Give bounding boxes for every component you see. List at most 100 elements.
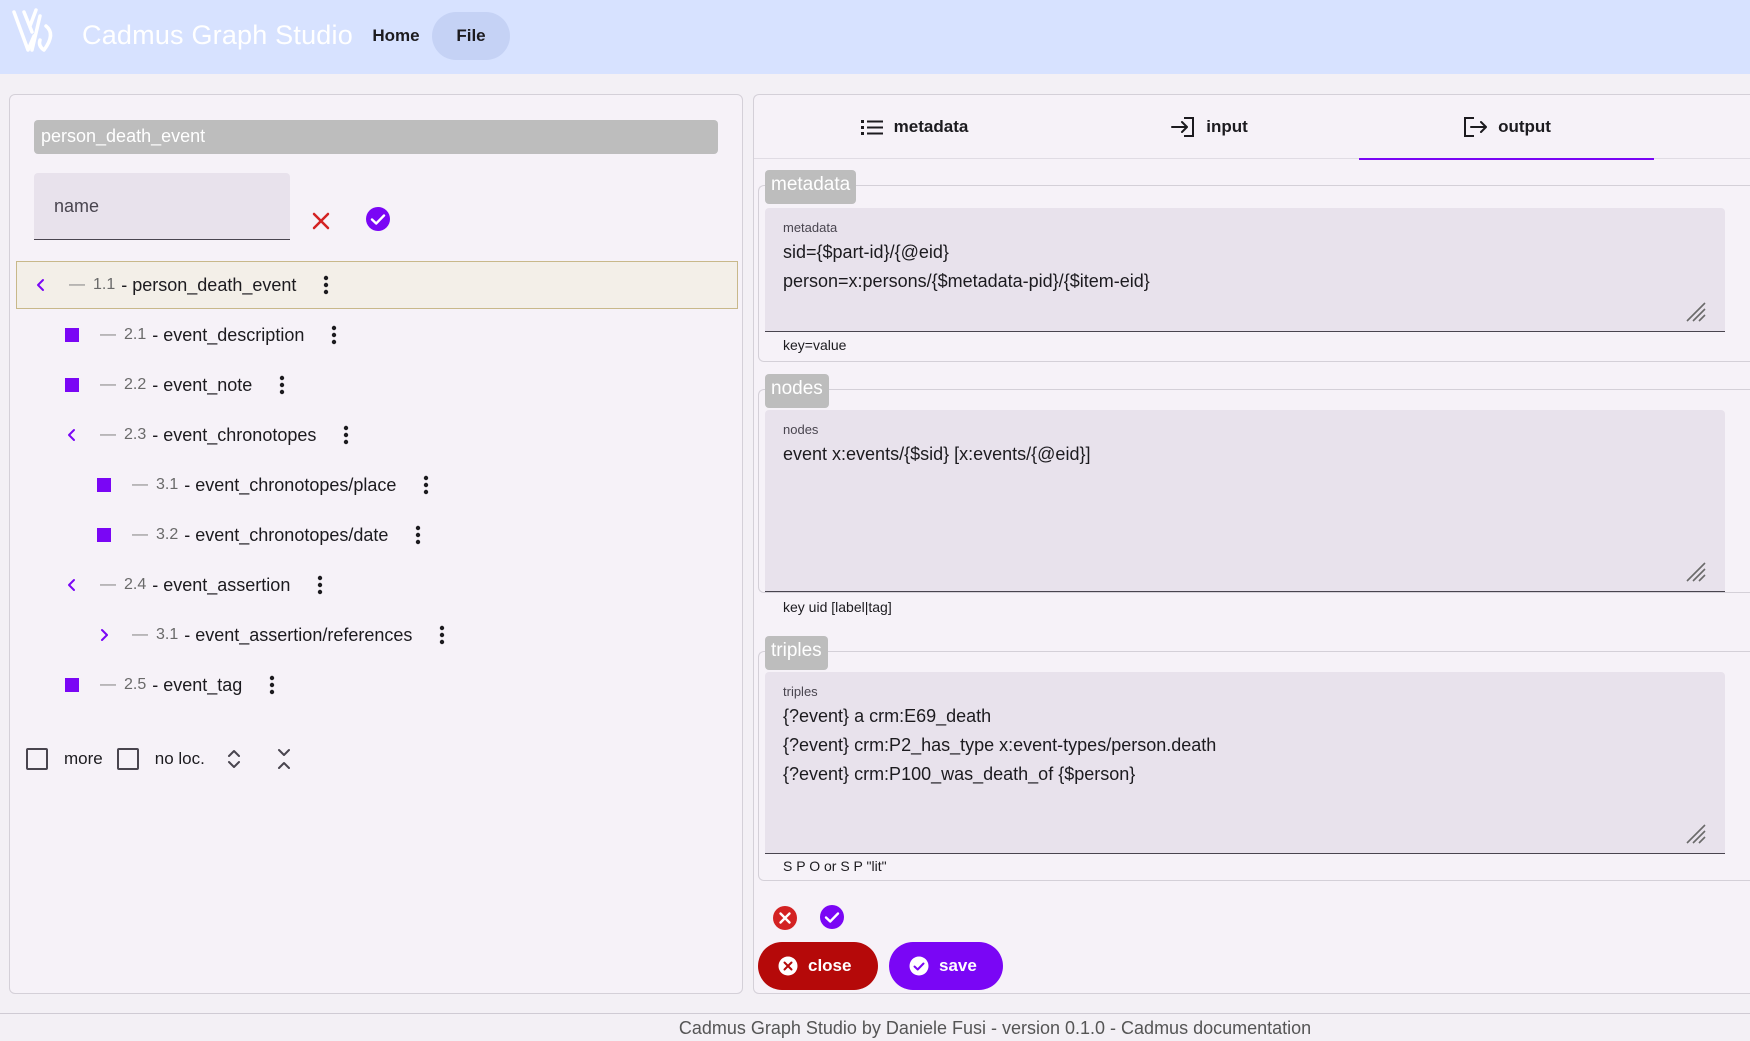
tab-output[interactable]: output [1359, 95, 1654, 160]
more-checkbox[interactable] [26, 748, 48, 770]
node-menu-button[interactable] [322, 320, 346, 350]
collapse-node-button[interactable] [27, 271, 55, 299]
metadata-textarea[interactable]: metadata sid={$part-id}/{@eid} person=x:… [765, 208, 1725, 332]
expand-all-button[interactable] [219, 744, 249, 774]
resize-handle-icon[interactable] [1685, 823, 1707, 845]
app-title: Cadmus Graph Studio [82, 20, 353, 50]
tree-node[interactable]: — 3.1 - event_chronotopes/place [90, 461, 438, 509]
check-circle-icon [366, 207, 390, 231]
resize-handle-icon[interactable] [1685, 561, 1707, 583]
nodes-textarea-value[interactable]: event x:events/{$sid} [x:events/{@eid}] [783, 440, 1090, 469]
close-button[interactable]: close [758, 942, 878, 990]
tree-options: more no loc. [26, 741, 299, 777]
clear-filter-button[interactable] [306, 206, 336, 236]
tree-node[interactable]: — 2.1 - event_description [58, 311, 346, 359]
resize-handle-icon[interactable] [1685, 301, 1707, 323]
tree-node-label[interactable]: - event_tag [152, 675, 242, 696]
node-menu-button[interactable] [270, 370, 294, 400]
unfold-less-icon [277, 749, 290, 769]
accept-changes-button[interactable] [817, 902, 847, 932]
cancel-circle-icon [778, 956, 798, 976]
tree-node-label[interactable]: - event_description [152, 325, 304, 346]
close-button-label: close [808, 956, 852, 975]
tree-node-label[interactable]: - event_chronotopes/place [184, 475, 396, 496]
tree-dash: — [69, 276, 85, 293]
leaf-square-icon [65, 678, 79, 692]
tree-node-number: 1.1 [93, 276, 116, 293]
login-icon [1171, 117, 1195, 137]
tree-dash: — [100, 376, 116, 393]
node-menu-button[interactable] [308, 570, 332, 600]
tree-node-label[interactable]: - event_assertion [152, 575, 290, 596]
tree-node[interactable]: — 3.2 - event_chronotopes/date [90, 511, 430, 559]
metadata-hint: key=value [783, 337, 847, 353]
footer: Cadmus Graph Studio by Daniele Fusi - ve… [0, 1018, 1750, 1039]
tree-node[interactable]: — 2.2 - event_note [58, 361, 294, 409]
node-menu-button[interactable] [334, 420, 358, 450]
leaf-node-icon [90, 521, 118, 549]
name-filter-input[interactable] [34, 173, 290, 239]
collapse-all-button[interactable] [269, 744, 299, 774]
tree-node[interactable]: — 1.1 - person_death_event [16, 261, 738, 309]
nodes-hint: key uid [label|tag] [783, 599, 892, 615]
nav-file-button[interactable]: File [432, 12, 510, 60]
tree-node-label[interactable]: - person_death_event [121, 275, 296, 296]
leaf-square-icon [97, 528, 111, 542]
triples-textarea-value[interactable]: {?event} a crm:E69_death {?event} crm:P2… [783, 702, 1216, 789]
apply-filter-button[interactable] [363, 204, 393, 234]
save-button-label: save [939, 956, 977, 975]
node-menu-button[interactable] [260, 670, 284, 700]
tree-node-label[interactable]: - event_note [152, 375, 252, 396]
chevron-left-icon [68, 429, 75, 441]
expand-node-button[interactable] [90, 621, 118, 649]
tree-node[interactable]: — 3.1 - event_assertion/references [90, 611, 454, 659]
more-vert-icon [440, 625, 445, 645]
triples-textarea[interactable]: triples {?event} a crm:E69_death {?event… [765, 672, 1725, 854]
chevron-left-icon [37, 279, 44, 291]
collapse-node-button[interactable] [58, 571, 86, 599]
metadata-fieldset: metadata metadata sid={$part-id}/{@eid} … [758, 170, 1750, 362]
nav-home-button[interactable]: Home [356, 12, 436, 60]
tab-metadata[interactable]: metadata [844, 95, 984, 159]
tree-node-number: 2.2 [124, 376, 147, 393]
more-label: more [64, 749, 103, 768]
more-vert-icon [324, 275, 329, 295]
save-button[interactable]: save [889, 942, 1003, 990]
name-filter-field[interactable] [34, 173, 290, 240]
more-vert-icon [416, 525, 421, 545]
mapping-editor-panel: metadata input output metadata metadata … [753, 94, 1750, 994]
node-menu-button[interactable] [314, 270, 338, 300]
footer-text: Cadmus Graph Studio by Daniele Fusi - ve… [678, 1018, 1122, 1038]
leaf-node-icon [90, 471, 118, 499]
nodes-textarea-label: nodes [783, 422, 819, 437]
node-menu-button[interactable] [430, 620, 454, 650]
node-menu-button[interactable] [406, 520, 430, 550]
metadata-textarea-value[interactable]: sid={$part-id}/{@eid} person=x:persons/{… [783, 238, 1150, 296]
chevron-left-icon [68, 579, 75, 591]
node-menu-button[interactable] [414, 470, 438, 500]
nodes-textarea[interactable]: nodes event x:events/{$sid} [x:events/{@… [765, 410, 1725, 592]
mapping-tree-panel: person_death_event — 1.1 - person_death_ev… [9, 94, 743, 994]
tree-node-label[interactable]: - event_chronotopes/date [184, 525, 388, 546]
check-circle-icon [820, 905, 844, 929]
more-vert-icon [332, 325, 337, 345]
triples-legend: triples [765, 636, 828, 670]
tree-node[interactable]: — 2.4 - event_assertion [58, 561, 332, 609]
discard-changes-button[interactable] [770, 903, 800, 933]
tree-node-label[interactable]: - event_chronotopes [152, 425, 316, 446]
tree-node[interactable]: — 2.5 - event_tag [58, 661, 284, 709]
tree-node-number: 2.1 [124, 326, 147, 343]
list-icon [860, 120, 883, 135]
tree-node-label[interactable]: - event_assertion/references [184, 625, 412, 646]
tab-input[interactable]: input [1154, 95, 1264, 159]
no-loc-checkbox[interactable] [116, 748, 139, 770]
tree-node[interactable]: — 2.3 - event_chronotopes [58, 411, 358, 459]
collapse-node-button[interactable] [58, 421, 86, 449]
chevron-right-icon [101, 629, 108, 641]
unfold-more-icon [227, 750, 240, 768]
leaf-node-icon [58, 321, 86, 349]
footer-docs-link[interactable]: Cadmus documentation [1121, 1018, 1311, 1038]
tab-output-label: output [1498, 117, 1551, 136]
more-vert-icon [344, 425, 349, 445]
nodes-fieldset: nodes nodes event x:events/{$sid} [x:eve… [758, 374, 1750, 593]
